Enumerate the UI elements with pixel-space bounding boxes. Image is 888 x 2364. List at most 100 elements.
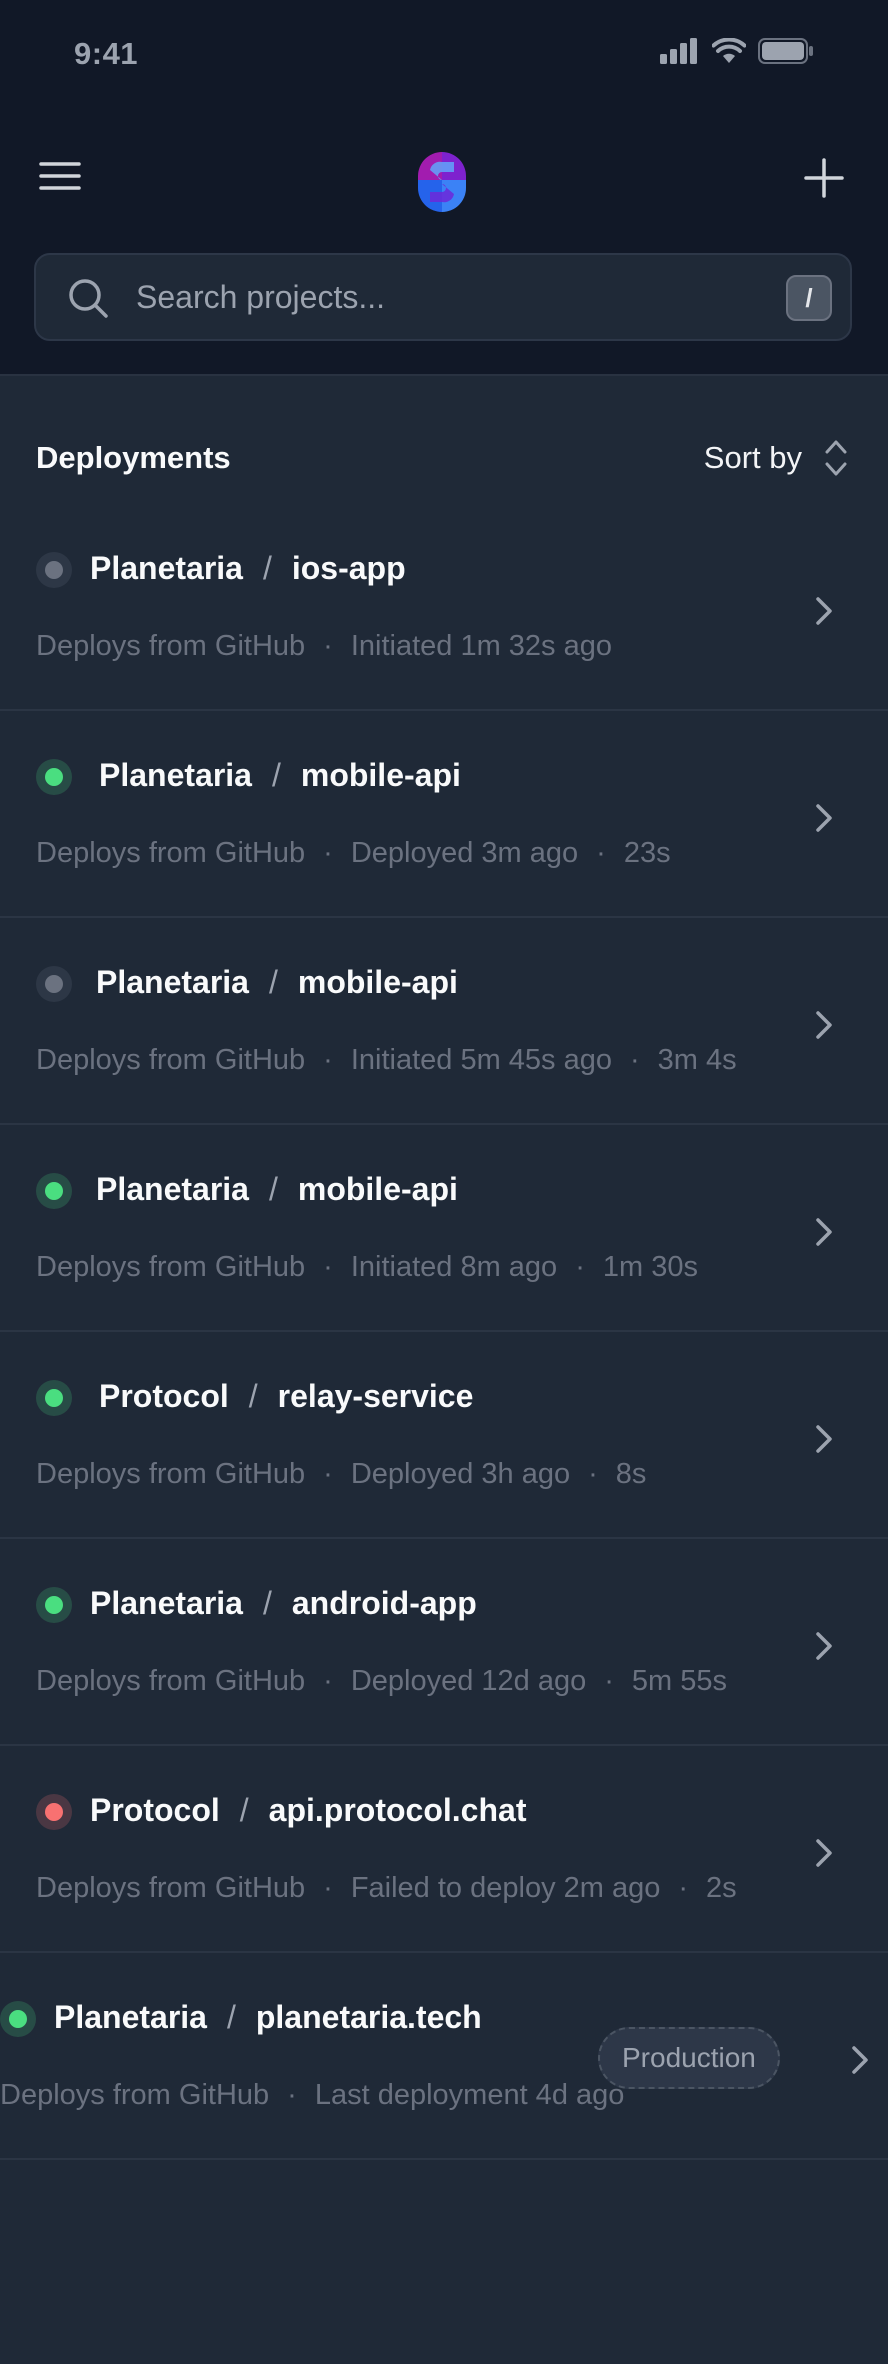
deploy-duration: 3m 4s <box>657 1044 737 1076</box>
path-separator: / <box>268 964 278 1000</box>
meta-bullet: · <box>604 1665 614 1697</box>
meta-bullet: · <box>323 1044 333 1076</box>
status-indicator <box>36 1794 72 1830</box>
status-dot <box>45 1596 63 1614</box>
environment-badge: Production <box>598 2027 780 2089</box>
repo-name: api.protocol.chat <box>268 1792 527 1828</box>
sort-by-button[interactable]: Sort by <box>704 436 848 480</box>
chevron-right-icon <box>816 1839 832 1867</box>
deployment-row[interactable]: Planetaria / android-app Deploys from GitHu… <box>0 1539 888 1746</box>
repo-name: mobile-api <box>297 1171 458 1207</box>
meta-bullet: · <box>678 1872 689 1904</box>
deploy-info: Initiated 5m 45s ago <box>350 1044 612 1076</box>
org-name: Planetaria <box>96 1171 249 1207</box>
status-indicator <box>36 1587 72 1623</box>
deploy-info: Last deployment 4d ago <box>314 2079 625 2111</box>
meta-bullet: · <box>323 1872 333 1904</box>
status-indicator <box>36 1380 72 1416</box>
repo-name: android-app <box>291 1585 477 1621</box>
deploy-source: Deploys from GitHub <box>36 630 306 662</box>
deploy-info: Deployed 12d ago <box>350 1665 587 1697</box>
search-input[interactable] <box>136 271 696 323</box>
deployment-title: Protocol / relay-service <box>99 1378 473 1415</box>
chevron-right-icon <box>816 1425 832 1453</box>
search-icon <box>69 279 108 318</box>
path-separator: / <box>262 1585 272 1621</box>
search-bar[interactable]: / <box>34 253 852 341</box>
deploy-source: Deploys from GitHub <box>36 1044 306 1076</box>
deployment-title: Planetaria / android-app <box>90 1585 477 1622</box>
deploy-duration: 23s <box>623 837 671 869</box>
status-dot <box>45 1803 63 1821</box>
deployment-row[interactable]: Planetaria / mobile-api Deploys from GitHub… <box>0 1125 888 1332</box>
deployment-meta: Deploys from GitHub · Deployed 3h ago · 8s <box>36 1458 646 1491</box>
deployment-meta: Deploys from GitHub · Deployed 3m ago · 23s <box>36 837 671 870</box>
deployment-list: Planetaria / ios-app Deploys from GitHub · In… <box>0 504 888 2160</box>
status-dot <box>45 561 63 579</box>
deploy-info: Deployed 3h ago <box>350 1458 571 1490</box>
meta-bullet: · <box>323 630 333 662</box>
deploy-duration: 5m 55s <box>631 1665 728 1697</box>
deployment-meta: Deploys from GitHub · Last deployment 4d a… <box>0 2079 624 2112</box>
app-header: 9:41 Search projects... / <box>0 0 888 376</box>
status-indicator <box>36 759 72 795</box>
status-dot <box>45 975 63 993</box>
deployment-title: Planetaria / mobile-api <box>99 757 461 794</box>
deployment-meta: Deploys from GitHub · Failed to deploy 2m … <box>36 1872 737 1905</box>
status-indicator <box>36 966 72 1002</box>
deploy-source: Deploys from GitHub <box>36 1251 306 1283</box>
chevron-right-icon <box>816 1218 832 1246</box>
battery-icon <box>758 38 813 64</box>
path-separator: / <box>226 1999 236 2035</box>
org-name: Planetaria <box>96 964 249 1000</box>
deployment-row[interactable]: Planetaria / mobile-api Deploys from GitHub… <box>0 711 888 918</box>
deployment-row[interactable]: Planetaria / ios-app Deploys from GitHub · In… <box>0 504 888 711</box>
meta-bullet: · <box>287 2079 297 2111</box>
meta-bullet: · <box>630 1044 640 1076</box>
chevron-right-icon <box>816 804 832 832</box>
org-name: Planetaria <box>90 550 243 586</box>
chevron-right-icon <box>816 1011 832 1039</box>
org-name: Planetaria <box>90 1585 243 1621</box>
wifi-icon <box>712 38 746 63</box>
repo-name: planetaria.tech <box>255 1999 482 2035</box>
repo-name: relay-service <box>277 1378 474 1414</box>
deploy-info: Initiated 1m 32s ago <box>350 630 612 662</box>
signal-icon <box>660 38 697 64</box>
chevron-right-icon <box>852 2046 868 2074</box>
path-separator: / <box>268 1171 278 1207</box>
meta-bullet: · <box>588 1458 598 1490</box>
org-name: Planetaria <box>54 1999 207 2035</box>
meta-bullet: · <box>596 837 606 869</box>
path-separator: / <box>239 1792 249 1828</box>
deploy-info: Failed to deploy 2m ago <box>350 1872 661 1904</box>
meta-bullet: · <box>575 1251 585 1283</box>
status-dot <box>45 768 63 786</box>
hamburger-menu-icon[interactable] <box>38 158 82 194</box>
status-dot <box>45 1389 63 1407</box>
deployment-row[interactable]: Planetaria / mobile-api Deploys from GitHub… <box>0 918 888 1125</box>
deployment-title: Planetaria / planetaria.tech <box>54 1999 482 2036</box>
deployment-row[interactable]: Protocol / relay-service Deploys from GitHu… <box>0 1332 888 1539</box>
org-name: Planetaria <box>99 757 252 793</box>
deployment-meta: Deploys from GitHub · Initiated 8m ago · 1m … <box>36 1251 698 1284</box>
deployment-row[interactable]: Protocol / api.protocol.chat Deploys from G… <box>0 1746 888 1953</box>
deploy-source: Deploys from GitHub <box>36 837 306 869</box>
status-indicator <box>36 552 72 588</box>
status-time: 9:41 <box>74 36 139 71</box>
status-indicator <box>0 2001 36 2037</box>
meta-bullet: · <box>323 1458 333 1490</box>
deploy-info: Deployed 3m ago <box>350 837 579 869</box>
deployment-title: Planetaria / ios-app <box>90 550 406 587</box>
org-name: Protocol <box>90 1792 220 1828</box>
deployment-title: Protocol / api.protocol.chat <box>90 1792 526 1829</box>
deployment-row[interactable]: Planetaria / planetaria.tech Deploys from G… <box>0 1953 888 2160</box>
deployment-title: Planetaria / mobile-api <box>96 964 458 1001</box>
plus-icon[interactable] <box>800 154 848 202</box>
sort-by-label: Sort by <box>703 440 802 475</box>
chevron-right-icon <box>816 1632 832 1660</box>
status-dot <box>9 2010 27 2028</box>
path-separator: / <box>271 757 281 793</box>
deployment-meta: Deploys from GitHub · Initiated 5m 45s ago… <box>36 1044 737 1077</box>
meta-bullet: · <box>323 1251 333 1283</box>
